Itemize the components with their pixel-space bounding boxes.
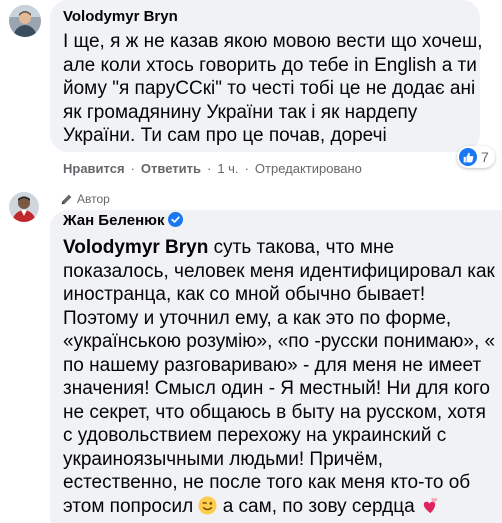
comment-text-part: а сам, по зову сердца xyxy=(217,495,420,517)
wink-emoji-icon xyxy=(198,495,217,515)
comment-author[interactable]: Жан Беленюк xyxy=(63,212,184,229)
author-badge-label: Автор xyxy=(77,192,110,206)
separator-dot: · xyxy=(130,161,135,176)
like-button[interactable]: Нравится xyxy=(63,161,125,176)
commenter-avatar[interactable] xyxy=(9,192,39,222)
comment-text-part: суть такова, что мне показалось, человек… xyxy=(63,237,496,517)
edited-label[interactable]: Отредактировано xyxy=(255,161,362,176)
comment-timestamp[interactable]: 1 ч. xyxy=(217,161,238,176)
pen-icon xyxy=(61,194,72,204)
commenter-avatar[interactable] xyxy=(9,5,41,37)
comment-author[interactable]: Volodymyr Bryn xyxy=(63,8,178,25)
comment-author-name[interactable]: Жан Беленюк xyxy=(63,212,164,229)
mention-link[interactable]: Volodymyr Bryn xyxy=(63,237,208,258)
hearts-emoji-icon xyxy=(423,497,438,513)
comment-text: І ще, я ж не казав якою мовою вести що х… xyxy=(63,31,483,146)
like-thumb-icon xyxy=(459,148,477,166)
verified-badge-icon xyxy=(168,212,184,227)
reactions-badge[interactable]: 7 xyxy=(457,146,495,168)
reply-button[interactable]: Ответить xyxy=(141,161,201,176)
separator-dot: · xyxy=(244,161,249,176)
comment-text: Volodymyr Bryn суть такова, что мне пока… xyxy=(63,236,499,518)
comment-actions: Нравится · Ответить · 1 ч. · Отредактиро… xyxy=(63,161,362,176)
reactions-count: 7 xyxy=(481,149,489,165)
separator-dot: · xyxy=(206,161,212,176)
author-badge: Автор xyxy=(60,192,110,206)
